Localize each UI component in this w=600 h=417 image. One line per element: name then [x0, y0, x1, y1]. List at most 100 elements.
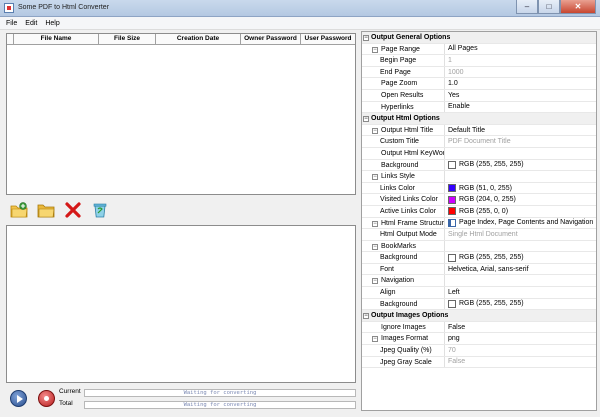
property-name: Visited Links Color	[370, 194, 445, 205]
property-name: Hyperlinks	[370, 101, 445, 113]
property-value[interactable]: False	[445, 322, 596, 333]
property-value[interactable]: 1000	[445, 67, 596, 78]
property-bookmarks[interactable]: − BookMarks	[362, 240, 596, 253]
property-custom-title[interactable]: Custom Title PDF Document Title	[362, 136, 596, 148]
property-value[interactable]: False	[445, 357, 596, 368]
property-value[interactable]: 70	[445, 345, 596, 356]
category-output-html-options[interactable]: − Output Html Options	[362, 113, 596, 125]
start-convert-button[interactable]	[10, 390, 27, 407]
property-ignore-images[interactable]: Ignore Images False	[362, 321, 596, 334]
property-images-format[interactable]: − Images Format png	[362, 333, 596, 346]
property-visited-links-color[interactable]: Visited Links Color RGB (204, 0, 255)	[362, 194, 596, 206]
property-value[interactable]: RGB (255, 255, 255)	[445, 252, 596, 263]
property-value[interactable]: png	[445, 333, 596, 344]
property-navigation[interactable]: − Navigation	[362, 275, 596, 288]
property-value[interactable]: Enable	[445, 102, 596, 113]
property-value[interactable]: RGB (255, 0, 0)	[445, 206, 596, 217]
conversion-status: Current Waiting for converting Total Wai…	[6, 385, 356, 411]
collapse-icon[interactable]: −	[363, 35, 369, 41]
property-name: Navigation	[370, 275, 445, 287]
gutter	[362, 357, 370, 368]
stop-convert-button[interactable]	[38, 390, 55, 407]
property-end-page[interactable]: End Page 1000	[362, 66, 596, 79]
property-value[interactable]: Default Title	[445, 125, 596, 136]
category-output-images-options[interactable]: − Output Images Options	[362, 310, 596, 322]
property-jpeg-gray-scale[interactable]: Jpeg Gray Scale False	[362, 356, 596, 369]
property-background[interactable]: Background RGB (255, 255, 255)	[362, 298, 596, 311]
property-value[interactable]	[445, 241, 596, 252]
column-creation-date[interactable]: Creation Date	[156, 34, 241, 44]
property-align[interactable]: Align Left	[362, 287, 596, 299]
add-file-icon[interactable]	[10, 201, 28, 219]
gutter	[362, 333, 370, 344]
collapse-icon[interactable]: −	[372, 278, 378, 285]
property-name: Html Output Mode	[370, 229, 445, 240]
property-name: Font	[370, 263, 445, 275]
menu-edit[interactable]: Edit	[25, 17, 37, 29]
property-value[interactable]: RGB (255, 255, 255)	[445, 299, 596, 310]
remove-icon[interactable]	[64, 201, 82, 219]
close-button[interactable]: ✕	[560, 0, 596, 14]
collapse-icon[interactable]: −	[372, 46, 378, 53]
property-open-results[interactable]: Open Results Yes	[362, 89, 596, 102]
property-jpeg-quality[interactable]: Jpeg Quality (%) 70	[362, 345, 596, 357]
file-list[interactable]: File Name File Size Creation Date Owner …	[6, 33, 356, 195]
gutter	[362, 229, 370, 240]
maximize-button[interactable]: □	[538, 0, 560, 14]
property-page-zoom[interactable]: Page Zoom 1.0	[362, 78, 596, 90]
property-html-frame-structures[interactable]: − Html Frame Structures Page Index, Page C…	[362, 217, 596, 230]
property-value[interactable]: Page Index, Page Contents and Navigation	[445, 218, 596, 229]
menu-file[interactable]: File	[6, 17, 17, 29]
property-value[interactable]: RGB (204, 0, 255)	[445, 194, 596, 205]
category-label: Output Images Options	[371, 312, 449, 320]
clear-icon[interactable]	[91, 201, 109, 219]
log-panel[interactable]	[6, 225, 356, 383]
property-html-output-mode[interactable]: Html Output Mode Single Html Document	[362, 229, 596, 241]
property-value[interactable]: Yes	[445, 90, 596, 101]
property-name: Output Html KeyWords	[370, 147, 445, 159]
property-links-style[interactable]: − Links Style	[362, 171, 596, 183]
property-value[interactable]: Helvetica, Arial, sans-serif	[445, 264, 596, 275]
column-file-name[interactable]: File Name	[14, 34, 99, 44]
property-value[interactable]: Single Html Document	[445, 229, 596, 240]
property-value-text: All Pages	[448, 45, 478, 53]
collapse-icon[interactable]: −	[363, 116, 369, 123]
collapse-icon[interactable]: −	[372, 174, 378, 181]
property-begin-page[interactable]: Begin Page 1	[362, 55, 596, 67]
property-value[interactable]: 1.0	[445, 78, 596, 89]
collapse-icon[interactable]: −	[372, 220, 378, 227]
collapse-icon[interactable]: −	[372, 127, 378, 134]
property-value[interactable]: Left	[445, 287, 596, 298]
property-links-color[interactable]: Links Color RGB (51, 0, 255)	[362, 182, 596, 195]
collapse-icon[interactable]: −	[372, 243, 378, 250]
property-output-html-keywords[interactable]: Output Html KeyWords	[362, 147, 596, 160]
property-value[interactable]: RGB (255, 255, 255)	[445, 160, 596, 171]
property-background[interactable]: Background RGB (255, 255, 255)	[362, 159, 596, 172]
column-owner-password[interactable]: Owner Password	[241, 34, 301, 44]
minimize-button[interactable]: –	[516, 0, 538, 14]
column-file-size[interactable]: File Size	[99, 34, 156, 44]
property-value-text: 1	[448, 56, 452, 64]
options-property-grid[interactable]: − Output General Options − Page Range All Pa…	[361, 31, 597, 411]
category-label: Output General Options	[371, 34, 451, 41]
property-value-text: 1000	[448, 68, 464, 76]
property-value[interactable]: All Pages	[445, 44, 596, 55]
property-active-links-color[interactable]: Active Links Color RGB (255, 0, 0)	[362, 205, 596, 218]
property-font[interactable]: Font Helvetica, Arial, sans-serif	[362, 263, 596, 276]
property-output-html-title[interactable]: − Output Html Title Default Title	[362, 124, 596, 137]
property-value[interactable]: 1	[445, 55, 596, 66]
menu-help[interactable]: Help	[45, 17, 59, 29]
property-page-range[interactable]: − Page Range All Pages	[362, 43, 596, 56]
property-value[interactable]	[445, 171, 596, 182]
property-value[interactable]	[445, 275, 596, 286]
add-folder-icon[interactable]	[37, 201, 55, 219]
category-output-general-options[interactable]: − Output General Options	[362, 32, 596, 44]
collapse-icon[interactable]: −	[363, 313, 369, 320]
property-hyperlinks[interactable]: Hyperlinks Enable	[362, 101, 596, 114]
property-value[interactable]: PDF Document Title	[445, 136, 596, 147]
collapse-icon[interactable]: −	[372, 336, 378, 343]
column-user-password[interactable]: User Password	[301, 34, 355, 44]
property-value[interactable]	[445, 148, 596, 159]
property-background[interactable]: Background RGB (255, 255, 255)	[362, 252, 596, 264]
property-value[interactable]: RGB (51, 0, 255)	[445, 183, 596, 194]
